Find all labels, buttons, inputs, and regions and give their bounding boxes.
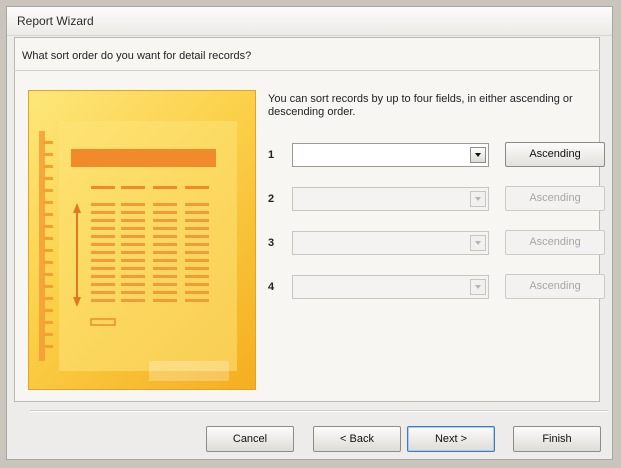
- sort-row-2-number: 2: [268, 193, 275, 205]
- footer-divider-highlight: [30, 411, 608, 412]
- chevron-down-icon: [475, 153, 481, 157]
- cancel-button[interactable]: Cancel: [206, 426, 294, 452]
- next-button[interactable]: Next >: [407, 426, 495, 452]
- finish-button[interactable]: Finish: [513, 426, 601, 452]
- sort-order-2-button[interactable]: Ascending: [505, 186, 605, 211]
- sort-row-1-number: 1: [268, 149, 275, 161]
- back-button[interactable]: < Back: [313, 426, 401, 452]
- sort-row-3-number: 3: [268, 237, 275, 249]
- title-bar: Report Wizard: [7, 7, 612, 36]
- sort-field-1-combo[interactable]: [292, 143, 489, 167]
- sort-field-3-combo[interactable]: [292, 231, 489, 255]
- sort-field-2-dropdown-button[interactable]: [470, 191, 486, 207]
- report-preview-graphic: [39, 121, 237, 381]
- sort-field-2-combo[interactable]: [292, 187, 489, 211]
- sort-field-3-dropdown-button[interactable]: [470, 235, 486, 251]
- sort-field-4-dropdown-button[interactable]: [470, 279, 486, 295]
- header-divider: [14, 70, 600, 71]
- sort-field-1-dropdown-button[interactable]: [470, 147, 486, 163]
- report-preview-icon: [28, 90, 256, 390]
- sort-row-4-number: 4: [268, 281, 275, 293]
- chevron-down-icon: [475, 241, 481, 245]
- instructions-text: You can sort records by up to four field…: [268, 93, 573, 118]
- sort-order-1-button[interactable]: Ascending: [505, 142, 605, 167]
- window-title: Report Wizard: [17, 14, 94, 28]
- chevron-down-icon: [475, 197, 481, 201]
- sort-field-4-combo[interactable]: [292, 275, 489, 299]
- question-text: What sort order do you want for detail r…: [22, 50, 252, 62]
- chevron-down-icon: [475, 285, 481, 289]
- sort-order-3-button[interactable]: Ascending: [505, 230, 605, 255]
- sort-order-4-button[interactable]: Ascending: [505, 274, 605, 299]
